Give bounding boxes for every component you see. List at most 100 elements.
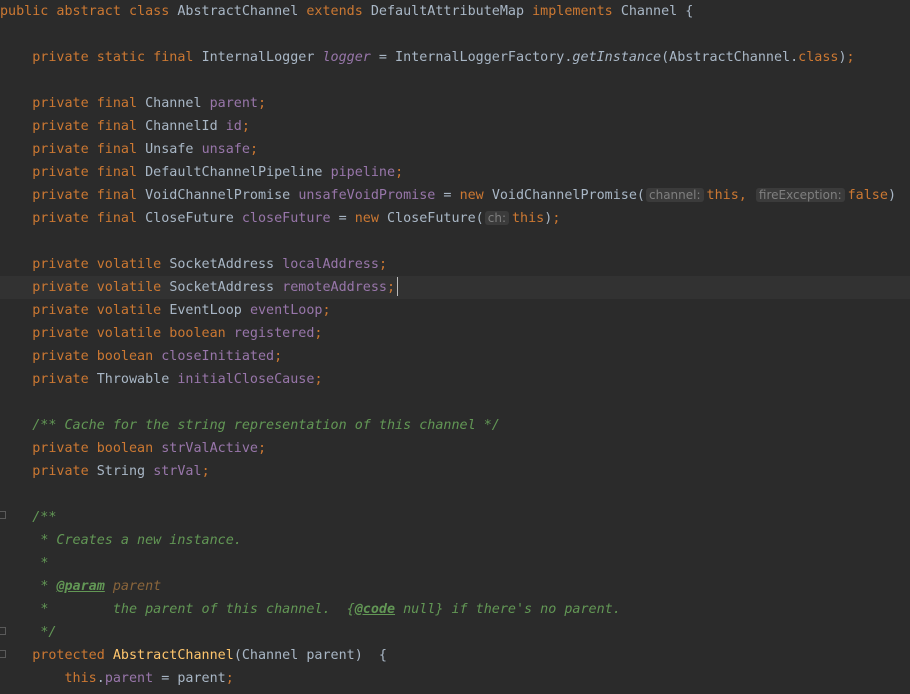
code-line[interactable]: private volatile SocketAddress localAddr… [0,253,910,276]
code-line[interactable]: */ [0,621,910,644]
code-token: pipeline [330,165,396,180]
code-token: private static final [32,50,202,65]
code-token: ; [846,50,855,65]
code-token: Throwable [96,372,178,387]
code-token: ) [838,50,847,65]
code-token: ; [258,441,267,456]
code-token: /** [32,510,57,525]
code-line[interactable] [0,69,910,92]
code-line[interactable]: private Throwable initialCloseCause; [0,368,910,391]
code-line[interactable]: private final VoidChannelPromise unsafeV… [0,184,910,207]
code-line[interactable]: private final Channel parent; [0,92,910,115]
parameter-hint: channel: [646,188,704,202]
code-token: InternalLogger [201,50,323,65]
code-token: logger [322,50,371,65]
code-token: VoidChannelPromise [145,188,299,203]
code-line[interactable]: private volatile SocketAddress remoteAdd… [0,276,910,299]
code-token: ; [201,464,210,479]
code-line[interactable]: private static final InternalLogger logg… [0,46,910,69]
code-token: private final [32,119,146,134]
code-token: private [32,372,97,387]
code-token: ; [387,280,396,295]
code-token: ; [552,211,561,226]
code-line[interactable]: * @param parent [0,575,910,598]
code-token: parent [112,579,162,594]
code-token: Channel [145,96,210,111]
code-line[interactable]: * [0,552,910,575]
parameter-hint: fireException: [755,188,845,202]
code-line[interactable]: * Creates a new instance. [0,529,910,552]
code-token: ; [258,96,267,111]
code-token: ; [314,326,323,341]
code-token: (Channel parent) { [233,648,387,663]
code-token: getInstance [572,50,662,65]
code-line[interactable]: * the parent of this channel. {@code nul… [0,598,910,621]
code-line[interactable] [0,391,910,414]
code-token: private volatile [32,280,170,295]
code-token: strVal [153,464,202,479]
code-line[interactable] [0,483,910,506]
code-token: private boolean [32,349,162,364]
code-token: class [798,50,839,65]
code-token: EventLoop [169,303,250,318]
code-token: parent [104,671,154,686]
code-line[interactable]: /** Cache for the string representation … [0,414,910,437]
code-token: protected [32,648,113,663]
code-line[interactable]: this.parent = parent; [0,667,910,690]
code-line[interactable] [0,230,910,253]
code-token: @param [56,579,105,594]
code-token: Channel { [620,4,694,19]
code-token: String [96,464,154,479]
code-line[interactable]: private String strVal; [0,460,910,483]
code-line[interactable]: private final ChannelId id; [0,115,910,138]
code-token: private volatile [32,303,170,318]
code-line[interactable]: private final CloseFuture closeFuture = … [0,207,910,230]
code-token: ; [322,303,331,318]
code-line[interactable]: public abstract class AbstractChannel ex… [0,0,910,23]
code-token: ; [274,349,283,364]
code-token: SocketAddress [169,280,283,295]
code-line[interactable]: private volatile boolean registered; [0,322,910,345]
code-token: ; [314,372,323,387]
code-token: null} if there's no parent. [395,602,621,617]
code-token: DefaultAttributeMap [370,4,533,19]
code-line[interactable] [0,23,910,46]
code-line[interactable]: /** [0,506,910,529]
code-token: strValActive [161,441,258,456]
code-token: = [435,188,460,203]
code-editor[interactable]: public abstract class AbstractChannel ex… [0,0,910,694]
code-token: SocketAddress [169,257,283,272]
code-token: = [330,211,355,226]
code-token: ; [249,142,258,157]
code-token: private boolean [32,441,162,456]
code-token: implements [532,4,621,19]
code-token: Unsafe [145,142,202,157]
code-line[interactable]: protected AbstractChannel(Channel parent… [0,644,910,667]
code-token: unsafe [201,142,250,157]
code-token: * [40,556,49,571]
code-token: = InternalLoggerFactory. [370,50,573,65]
code-token: @code [354,602,396,617]
code-token: this, [706,188,755,203]
code-token: ; [378,257,387,272]
code-line[interactable]: private final DefaultChannelPipeline pip… [0,161,910,184]
code-token: registered [233,326,315,341]
code-token: this [64,671,97,686]
code-line[interactable]: private boolean strValActive; [0,437,910,460]
code-line[interactable]: private boolean closeInitiated; [0,345,910,368]
code-line[interactable]: private volatile EventLoop eventLoop; [0,299,910,322]
code-line[interactable]: private final Unsafe unsafe; [0,138,910,161]
